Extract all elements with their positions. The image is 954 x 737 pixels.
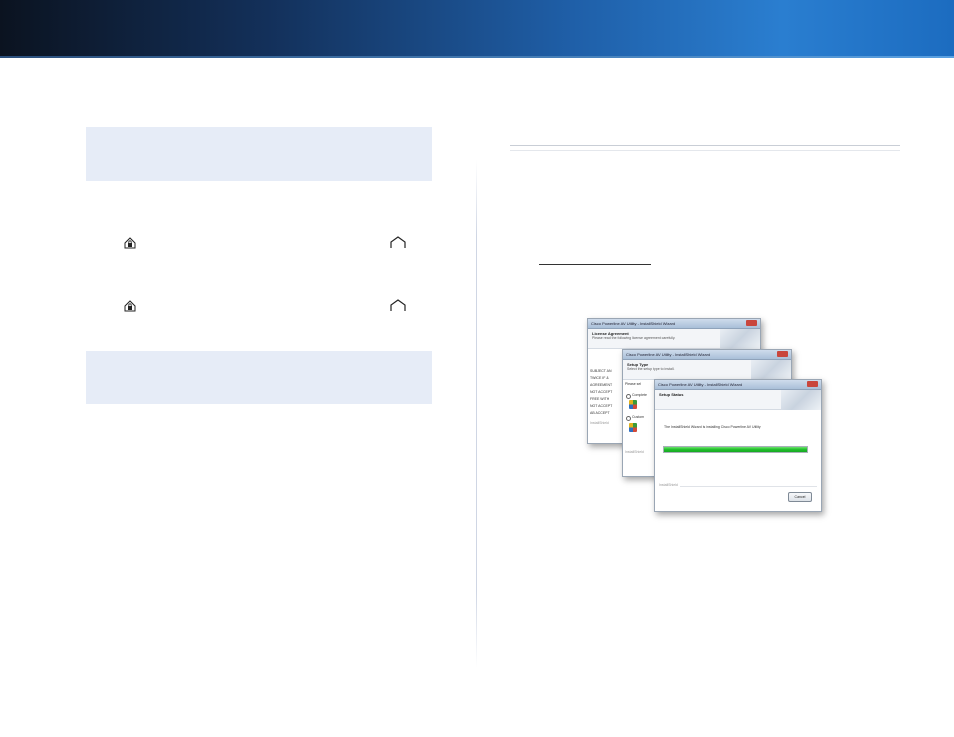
hyperlink-underline[interactable] [539, 264, 651, 265]
close-icon[interactable] [746, 320, 757, 326]
window-title: Cisco Powerline AV Utility - InstallShie… [591, 321, 676, 326]
home-outline-icon [390, 236, 406, 248]
top-banner [0, 0, 954, 58]
progress-fill [664, 447, 807, 452]
home-outline-icon [390, 299, 406, 311]
status-text: The InstallShield Wizard is installing C… [664, 425, 761, 429]
header-graphic [751, 360, 791, 380]
radio-complete[interactable] [626, 394, 631, 399]
window-title: Cisco Powerline AV Utility - InstallShie… [658, 382, 743, 387]
wizard-header: Setup Type Select the setup type to inst… [623, 360, 791, 380]
wizard-header: Setup Status [655, 390, 821, 410]
license-line: SUBJECT AN [590, 369, 612, 373]
license-line: FREE WITH [590, 397, 610, 401]
license-line: NOT ACCEPT [590, 390, 613, 394]
option-label-custom: Custom [632, 415, 645, 419]
installer-icon [629, 400, 637, 409]
column-divider [476, 160, 477, 668]
option-label-complete: Complete [632, 393, 647, 397]
install-progress-bar [663, 446, 808, 453]
installer-icon [629, 423, 637, 432]
license-line: AGREEMENT [590, 383, 613, 387]
installshield-label: InstallShield [659, 483, 680, 487]
header-graphic [720, 329, 760, 349]
section-rule [510, 145, 900, 151]
radio-custom[interactable] [626, 416, 631, 421]
installshield-label: InstallShield [590, 421, 609, 425]
close-icon[interactable] [807, 381, 818, 387]
note-box [86, 127, 432, 181]
license-line: NOT ACCEPT [590, 404, 613, 408]
window-title: Cisco Powerline AV Utility - InstallShie… [626, 352, 711, 357]
wizard-window-setup-status: Cisco Powerline AV Utility - InstallShie… [654, 379, 822, 512]
cancel-button[interactable]: Cancel [788, 492, 812, 502]
license-line: TWICE IF & [590, 376, 609, 380]
wizard-header: License Agreement Please read the follow… [588, 329, 760, 349]
footer-divider [659, 486, 817, 487]
header-graphic [781, 390, 821, 410]
close-icon[interactable] [777, 351, 788, 357]
license-line: AB ACCEPT [590, 411, 610, 415]
window-titlebar: Cisco Powerline AV Utility - InstallShie… [588, 319, 760, 329]
window-titlebar: Cisco Powerline AV Utility - InstallShie… [655, 380, 821, 390]
home-lock-icon [124, 300, 136, 312]
installshield-label: InstallShield [625, 450, 644, 454]
note-box [86, 351, 432, 404]
home-lock-icon [124, 237, 136, 249]
setup-prompt: Please sel [625, 382, 642, 386]
window-titlebar: Cisco Powerline AV Utility - InstallShie… [623, 350, 791, 360]
